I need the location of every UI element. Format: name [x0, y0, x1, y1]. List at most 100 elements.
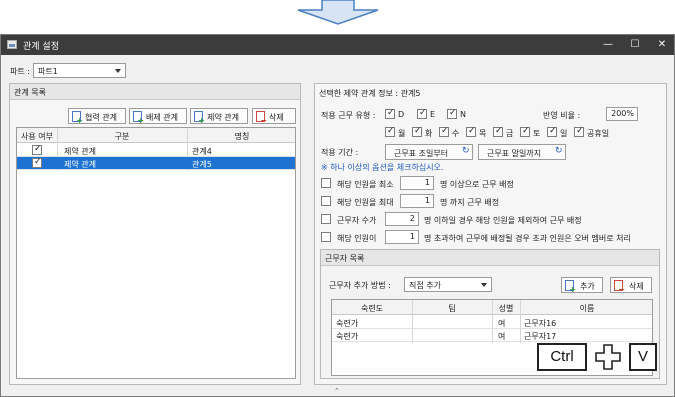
work-type-checkbox-d[interactable]	[385, 108, 395, 119]
option-max-suffix: 명 까지 근무 배정	[440, 198, 500, 207]
worker-name-cell: 근무자16	[524, 319, 557, 328]
work-type-checkbox-n[interactable]	[447, 108, 457, 119]
add-cooperation-button[interactable]: 협력 관계	[68, 108, 126, 125]
part-select-value: 파트1	[38, 67, 58, 76]
table-row[interactable]: 숙련가 여 근무자16	[332, 316, 652, 329]
ctrl-key: Ctrl	[537, 343, 587, 371]
option-max-prefix: 해당 인원을 최대	[337, 198, 394, 207]
use-checkbox[interactable]	[32, 157, 42, 168]
option-over-checkbox[interactable]	[321, 232, 331, 242]
skill-cell: 숙련가	[336, 332, 359, 341]
worker-name-cell: 근무자17	[524, 332, 557, 341]
option-exclude-checkbox[interactable]	[321, 214, 331, 224]
relation-list-panel: 관계 목록 협력 관계 배제 관계 제약 관계 삭제 사용 여부 구분 명칭 제…	[9, 83, 301, 385]
gender-cell: 여	[498, 332, 506, 341]
add-exclusion-button[interactable]: 배제 관계	[129, 108, 187, 125]
window-title: 관계 설정	[23, 42, 59, 52]
worker-list-header: 근무자 목록	[321, 250, 659, 266]
column-header[interactable]: 이름	[520, 303, 654, 314]
delete-relation-button[interactable]: 삭제	[252, 108, 296, 125]
day-checkbox-fri[interactable]	[493, 126, 503, 137]
use-checkbox[interactable]	[32, 144, 42, 155]
option-over-prefix: 해당 인원이	[337, 234, 377, 243]
period-start-label: 근무표 조일부터	[394, 149, 449, 158]
ratio-label: 반영 비율 :	[543, 111, 581, 120]
add-constraint-label: 제약 관계	[207, 113, 239, 122]
period-end-button[interactable]: 근무표 말일까지 ↻	[478, 144, 566, 160]
part-label: 파트 :	[10, 67, 30, 76]
day-checkbox-mon[interactable]	[385, 126, 395, 137]
chevron-down-icon	[115, 69, 121, 73]
relation-info-title: 선택한 제약 관계 정보 : 관계5	[319, 89, 421, 98]
plus-icon	[595, 344, 621, 370]
column-header[interactable]: 성별	[492, 303, 520, 314]
add-method-label: 근무자 추가 방법 :	[329, 281, 391, 290]
add-method-value: 직접 추가	[409, 281, 441, 290]
add-doc-icon	[72, 111, 83, 125]
add-doc-icon	[565, 280, 576, 294]
resize-grip-icon[interactable]: ⌃	[334, 387, 340, 395]
delete-worker-label: 삭제	[629, 282, 644, 291]
add-exclusion-label: 배제 관계	[146, 113, 178, 122]
option-min-prefix: 해당 인원을 최소	[337, 180, 394, 189]
option-exclude-prefix: 근무자 수가	[337, 216, 377, 225]
option-note: ※ 하나 이상의 옵션을 체크하십시오.	[321, 163, 444, 172]
v-key: V	[629, 343, 657, 371]
delete-doc-icon	[614, 280, 625, 294]
option-max-input[interactable]: 1	[400, 194, 434, 208]
column-header[interactable]: 사용 여부	[17, 131, 57, 142]
relation-list-title: 관계 목록	[14, 88, 46, 97]
option-min-input[interactable]: 1	[400, 176, 434, 190]
delete-worker-button[interactable]: 삭제	[610, 277, 652, 294]
add-doc-icon	[194, 111, 205, 125]
ratio-input[interactable]: 200%	[606, 107, 638, 121]
day-checkbox-tue[interactable]	[412, 126, 422, 137]
table-row[interactable]: 제약 관계 관계5	[17, 157, 295, 170]
part-select[interactable]: 파트1	[33, 63, 126, 78]
column-header[interactable]: 구분	[57, 131, 187, 142]
option-max-checkbox[interactable]	[321, 196, 331, 206]
add-cooperation-label: 협력 관계	[85, 113, 117, 122]
option-exclude-suffix: 명 이하일 경우 해당 인원을 제외하여 근무 배정	[424, 216, 582, 225]
period-start-button[interactable]: 근무표 조일부터 ↻	[385, 144, 473, 160]
delete-relation-label: 삭제	[269, 113, 284, 122]
worker-list-title: 근무자 목록	[325, 254, 365, 263]
day-checkbox-wed[interactable]	[439, 126, 449, 137]
day-checkbox-thu[interactable]	[466, 126, 476, 137]
option-over-input[interactable]: 1	[385, 230, 419, 244]
day-sat-label: 토	[533, 129, 541, 138]
relation-list-header: 관계 목록	[10, 84, 300, 100]
skill-cell: 숙련가	[336, 319, 359, 328]
day-checkbox-sat[interactable]	[520, 126, 530, 137]
day-fri-label: 금	[506, 129, 514, 138]
column-header[interactable]: 명칭	[187, 131, 297, 142]
option-exclude-input[interactable]: 2	[385, 212, 419, 226]
day-thu-label: 목	[479, 129, 487, 138]
day-checkbox-holiday[interactable]	[574, 126, 584, 137]
work-type-checkbox-e[interactable]	[417, 108, 427, 119]
day-checkbox-sun[interactable]	[547, 126, 557, 137]
column-header[interactable]: 팀	[412, 303, 492, 314]
add-worker-button[interactable]: 추가	[561, 277, 603, 294]
work-type-d-label: D	[398, 110, 405, 119]
period-label: 적용 기간 :	[321, 148, 359, 157]
relation-info-panel: 선택한 제약 관계 정보 : 관계5 적용 근무 유형 : D E N 반영 비…	[314, 83, 667, 385]
title-bar: 관계 설정 — ☐ ✕	[1, 35, 674, 55]
day-mon-label: 월	[398, 129, 406, 138]
close-icon[interactable]: ✕	[655, 38, 669, 52]
table-row[interactable]: 제약 관계 관계4	[17, 144, 295, 157]
minimize-icon[interactable]: —	[601, 38, 615, 52]
add-constraint-button[interactable]: 제약 관계	[190, 108, 248, 125]
maximize-icon[interactable]: ☐	[628, 38, 642, 52]
work-type-n-label: N	[460, 110, 466, 119]
option-over-suffix: 명 초과하여 근무에 배정될 경우 초과 인원은 오버 멤버로 처리	[424, 234, 631, 243]
add-method-select[interactable]: 직접 추가	[404, 277, 492, 292]
option-min-checkbox[interactable]	[321, 178, 331, 188]
column-header[interactable]: 숙련도	[332, 303, 412, 314]
relation-name-cell: 관계5	[192, 160, 212, 169]
down-arrow-icon	[297, 0, 379, 25]
work-type-e-label: E	[430, 110, 436, 119]
relation-table: 사용 여부 구분 명칭 제약 관계 관계4 제약 관계 관계5	[16, 127, 296, 379]
relation-table-header: 사용 여부 구분 명칭	[17, 128, 295, 143]
table-row[interactable]: 숙련가 여 근무자17	[332, 329, 652, 342]
